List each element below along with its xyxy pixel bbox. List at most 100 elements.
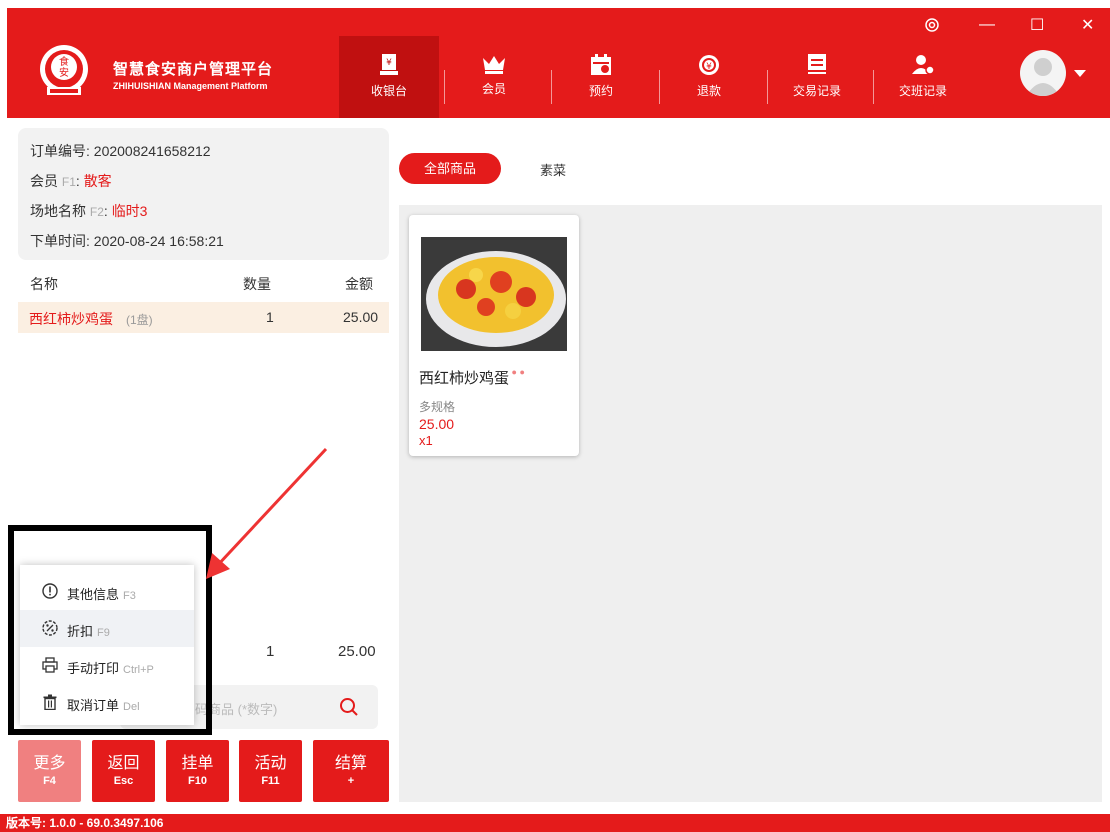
refund-icon: ¥ bbox=[699, 55, 719, 75]
discount-icon bbox=[42, 620, 58, 636]
menu-item-label: 其他信息 bbox=[67, 587, 120, 602]
product-price: 25.00 bbox=[419, 416, 455, 432]
order-number: 202008241658212 bbox=[93, 143, 211, 159]
button-label: 返回 bbox=[107, 755, 140, 772]
menu-item-label: 取消订单 bbox=[67, 698, 120, 713]
trash-icon bbox=[43, 694, 57, 710]
avatar[interactable] bbox=[1020, 50, 1066, 96]
settings-icon[interactable] bbox=[925, 18, 939, 32]
nav-shift-records[interactable]: 交班记录 bbox=[873, 36, 973, 118]
minimize-button[interactable]: — bbox=[979, 16, 995, 34]
member-shortcut: F1 bbox=[61, 175, 76, 189]
tab-vegetables[interactable]: 素菜 bbox=[540, 160, 566, 179]
cashier-icon: ¥ bbox=[380, 54, 398, 75]
promotion-button[interactable]: 活动 F11 bbox=[239, 740, 302, 802]
maximize-button[interactable]: ☐ bbox=[1030, 15, 1044, 35]
nav-label: 会员 bbox=[481, 82, 506, 96]
order-time: 2020-08-24 16:58:21 bbox=[93, 233, 224, 249]
menu-item-label: 折扣 bbox=[67, 624, 94, 639]
menu-item-manual-print[interactable]: 手动打印 Ctrl+P bbox=[20, 647, 194, 684]
menu-item-shortcut: F3 bbox=[123, 590, 136, 602]
rating-dots-icon: ● ● bbox=[509, 367, 525, 377]
order-info-panel: 订单编号: 202008241658212 会员 F1: 散客 场地名称 F2:… bbox=[18, 128, 389, 260]
member-value[interactable]: 散客 bbox=[84, 173, 112, 189]
back-button[interactable]: 返回 Esc bbox=[92, 740, 155, 802]
button-label: 挂单 bbox=[181, 755, 214, 772]
venue-value[interactable]: 临时3 bbox=[112, 203, 148, 219]
nav-label: 收银台 bbox=[370, 84, 407, 98]
column-header-amount: 金额 bbox=[345, 276, 373, 292]
venue-line[interactable]: 场地名称 F2: 临时3 bbox=[30, 200, 377, 230]
product-name: 西红柿炒鸡蛋 bbox=[419, 370, 510, 387]
user-shift-icon bbox=[912, 55, 935, 75]
product-qty: x1 bbox=[419, 433, 433, 448]
checkout-button[interactable]: 结算 + bbox=[313, 740, 389, 802]
order-time-label: 下单时间: bbox=[30, 233, 94, 249]
product-image bbox=[421, 237, 567, 351]
crown-icon bbox=[483, 56, 505, 74]
menu-item-label: 手动打印 bbox=[67, 661, 120, 676]
menu-item-discount[interactable]: 折扣 F9 bbox=[20, 610, 194, 647]
brand-title: 智慧食安商户管理平台 bbox=[113, 61, 274, 78]
menu-item-shortcut: Del bbox=[123, 701, 140, 713]
nav-cashier[interactable]: ¥ 收银台 bbox=[339, 36, 439, 118]
annotation-arrow-icon bbox=[206, 447, 328, 579]
user-avatar-icon bbox=[1026, 58, 1060, 96]
receipt-icon bbox=[808, 54, 826, 74]
menu-item-other-info[interactable]: 其他信息 F3 bbox=[20, 573, 194, 610]
close-button[interactable]: ✕ bbox=[1081, 15, 1094, 35]
button-shortcut: F4 bbox=[43, 775, 56, 787]
search-icon[interactable] bbox=[339, 697, 359, 717]
button-label: 更多 bbox=[33, 755, 66, 772]
version-footer: 版本号: 1.0.0 - 69.0.3497.106 bbox=[0, 814, 1110, 832]
total-qty: 1 bbox=[266, 643, 275, 660]
tab-all-products[interactable]: 全部商品 bbox=[399, 153, 501, 184]
nav-label: 预约 bbox=[588, 84, 613, 98]
column-header-name: 名称 bbox=[30, 276, 58, 292]
member-line[interactable]: 会员 F1: 散客 bbox=[30, 170, 377, 200]
nav-booking[interactable]: 预约 bbox=[551, 36, 651, 118]
column-header-qty: 数量 bbox=[243, 276, 271, 292]
brand-logo-icon: 食 安 bbox=[40, 45, 88, 95]
button-label: 结算 bbox=[334, 755, 367, 772]
product-card[interactable]: 西红柿炒鸡蛋 ● ● 多规格 25.00 x1 bbox=[409, 215, 579, 456]
order-number-label: 订单编号: bbox=[30, 143, 94, 159]
button-shortcut: + bbox=[347, 775, 355, 787]
table-row[interactable]: 西红柿炒鸡蛋 (1盘) 1 25.00 bbox=[18, 302, 389, 333]
nav-transactions[interactable]: 交易记录 bbox=[767, 36, 867, 118]
calendar-icon bbox=[591, 54, 611, 75]
button-shortcut: Esc bbox=[113, 775, 134, 787]
chevron-down-icon[interactable] bbox=[1074, 70, 1086, 77]
dish-image-icon bbox=[421, 237, 567, 351]
item-qty: 1 bbox=[266, 309, 274, 325]
venue-label: 场地名称 bbox=[30, 203, 90, 219]
button-shortcut: F10 bbox=[188, 775, 207, 787]
brand-subtitle: ZHIHUISHIAN Management Platform bbox=[113, 81, 268, 91]
nav-label: 退款 bbox=[696, 84, 721, 98]
product-spec: 多规格 bbox=[419, 400, 456, 414]
hold-order-button[interactable]: 挂单 F10 bbox=[166, 740, 229, 802]
info-icon bbox=[42, 583, 58, 599]
total-amount: 25.00 bbox=[338, 643, 376, 660]
more-menu: 其他信息 F3 折扣 F9 手动打印 Ctrl+P 取消订单 Del bbox=[20, 565, 194, 725]
svg-text:¥: ¥ bbox=[386, 58, 392, 68]
menu-item-cancel-order[interactable]: 取消订单 Del bbox=[20, 684, 194, 721]
printer-icon bbox=[42, 657, 58, 673]
menu-item-shortcut: F9 bbox=[97, 627, 110, 639]
nav-refund[interactable]: ¥ 退款 bbox=[659, 36, 759, 118]
nav-label: 交易记录 bbox=[792, 84, 841, 98]
product-name-line: 西红柿炒鸡蛋 ● ● bbox=[419, 367, 525, 388]
venue-shortcut: F2 bbox=[89, 205, 104, 219]
item-spec: (1盘) bbox=[126, 313, 153, 327]
order-time-line: 下单时间: 2020-08-24 16:58:21 bbox=[30, 230, 377, 260]
button-label: 活动 bbox=[254, 755, 287, 772]
menu-item-shortcut: Ctrl+P bbox=[123, 664, 154, 676]
item-amount: 25.00 bbox=[343, 309, 379, 325]
button-shortcut: F11 bbox=[261, 775, 280, 787]
svg-text:食: 食 bbox=[59, 55, 69, 68]
more-button[interactable]: 更多 F4 bbox=[18, 740, 81, 802]
member-label: 会员 bbox=[30, 173, 62, 189]
app-header: 食 安 智慧食安商户管理平台 ZHIHUISHIAN Management Pl… bbox=[7, 8, 1110, 118]
svg-text:¥: ¥ bbox=[706, 62, 712, 72]
nav-member[interactable]: 会员 bbox=[444, 36, 544, 118]
